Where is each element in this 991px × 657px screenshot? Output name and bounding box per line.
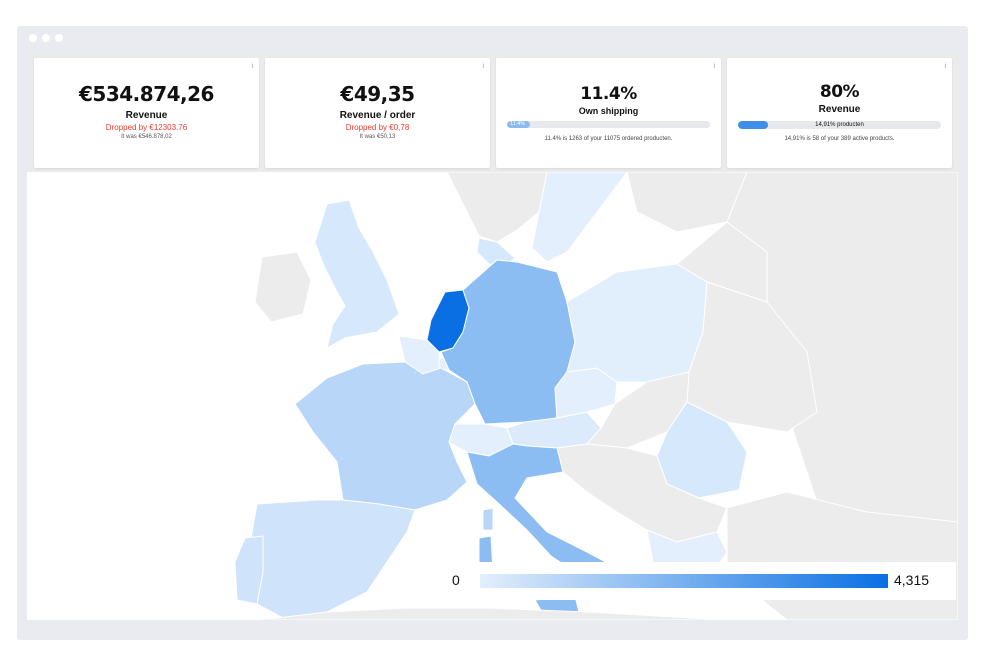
kpi-previous: It was €50,13 xyxy=(359,134,396,140)
kpi-value: 80% xyxy=(819,82,860,102)
legend-min: 0 xyxy=(452,572,460,588)
info-icon[interactable]: i xyxy=(482,63,484,70)
info-icon[interactable]: i xyxy=(251,63,253,70)
info-icon[interactable]: i xyxy=(944,63,946,70)
kpi-label: Revenue / order xyxy=(339,110,416,121)
kpi-card-revenue-products[interactable]: i 80% Revenue 14,91% producten 14,91% is… xyxy=(727,58,952,168)
country-ireland xyxy=(254,251,312,323)
kpi-cards-row: i €534.874,26 Revenue Dropped by €12303.… xyxy=(27,52,958,172)
kpi-label: Own shipping xyxy=(578,106,639,116)
kpi-label: Revenue xyxy=(125,110,168,121)
window-titlebar xyxy=(17,26,968,50)
info-icon[interactable]: i xyxy=(713,63,715,70)
kpi-detail: 14,91% is 58 of your 389 active products… xyxy=(784,136,895,142)
color-scale-legend: 0 4,315 xyxy=(436,562,956,600)
progress-label: 14,91% producten xyxy=(815,122,864,128)
minimize-dot-icon[interactable] xyxy=(42,34,50,42)
legend-gradient-bar xyxy=(480,574,888,588)
kpi-change: Dropped by €12303.76 xyxy=(105,123,188,132)
kpi-change: Dropped by €0,78 xyxy=(345,123,410,132)
dashboard-content: i €534.874,26 Revenue Dropped by €12303.… xyxy=(27,52,958,620)
kpi-card-revenue-per-order[interactable]: i €49,35 Revenue / order Dropped by €0,7… xyxy=(265,58,490,168)
progress-bar: 11.4% xyxy=(507,121,710,128)
maximize-dot-icon[interactable] xyxy=(55,34,63,42)
kpi-label: Revenue xyxy=(818,104,861,115)
kpi-previous: It was €546.878,02 xyxy=(121,134,172,140)
progress-label: 11.4% xyxy=(510,121,526,127)
close-dot-icon[interactable] xyxy=(29,34,37,42)
kpi-value: €534.874,26 xyxy=(79,82,214,106)
kpi-detail: 11.4% is 1263 of your 11075 ordered prod… xyxy=(544,136,673,142)
legend-max: 4,315 xyxy=(894,572,930,588)
country-corsica xyxy=(482,507,494,531)
kpi-card-own-shipping[interactable]: i 11.4% Own shipping 11.4% 11.4% is 1263… xyxy=(496,58,721,168)
kpi-value: 11.4% xyxy=(580,84,637,104)
kpi-value: €49,35 xyxy=(340,82,415,106)
kpi-card-revenue[interactable]: i €534.874,26 Revenue Dropped by €12303.… xyxy=(34,58,259,168)
browser-window: i €534.874,26 Revenue Dropped by €12303.… xyxy=(17,26,968,640)
progress-bar: 14,91% producten xyxy=(738,121,941,129)
